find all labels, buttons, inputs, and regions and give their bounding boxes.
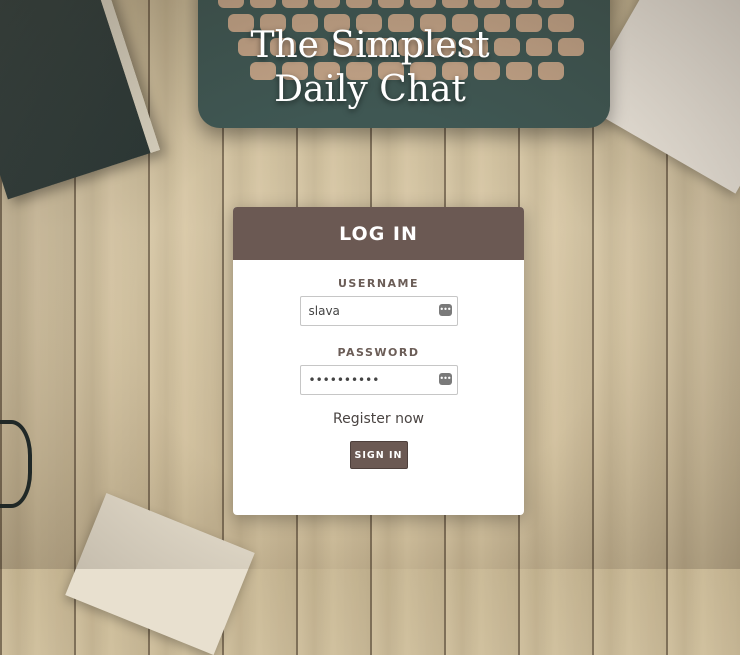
key-dots-icon[interactable]: ••• bbox=[438, 373, 452, 385]
password-label: PASSWORD bbox=[337, 346, 420, 359]
username-input[interactable] bbox=[299, 296, 458, 326]
login-card: LOG IN USERNAME ••• PASSWORD ••• Registe… bbox=[233, 207, 524, 515]
username-field-wrapper: ••• bbox=[299, 296, 458, 326]
password-field-wrapper: ••• bbox=[299, 365, 458, 395]
register-link[interactable]: Register now bbox=[233, 411, 524, 427]
glasses-decoration bbox=[0, 420, 32, 508]
page-title: The Simplest Daily Chat bbox=[0, 24, 740, 112]
title-line-1: The Simplest bbox=[250, 25, 490, 66]
username-label: USERNAME bbox=[337, 277, 420, 290]
key-dots-icon[interactable]: ••• bbox=[438, 304, 452, 316]
title-line-2: Daily Chat bbox=[274, 69, 466, 110]
password-input[interactable] bbox=[299, 365, 458, 395]
sign-in-button[interactable]: SIGN IN bbox=[349, 441, 408, 469]
login-header: LOG IN bbox=[233, 207, 524, 260]
